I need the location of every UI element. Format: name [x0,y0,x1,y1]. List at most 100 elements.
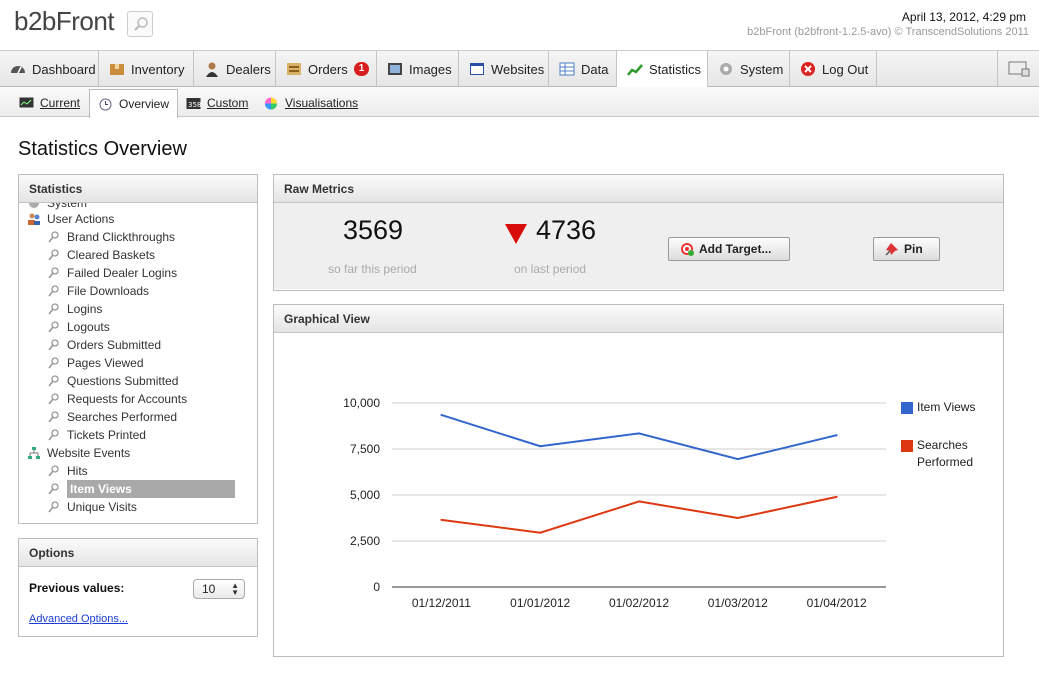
tab-websites-label: Websites [491,61,545,77]
tree-item-label: Pages Viewed [67,356,144,370]
window-toggle-button[interactable] [997,51,1039,87]
table-icon [559,62,575,76]
tree-item[interactable]: Cleared Baskets [47,246,155,264]
tree-item[interactable]: Hits [47,462,88,480]
tree-item[interactable]: Questions Submitted [47,372,178,390]
subtab-custom-label: Custom [207,96,249,110]
image-icon [388,63,402,75]
tree-item[interactable]: File Downloads [47,282,149,300]
raw-metrics-panel: Raw Metrics 3569 so far this period 4736… [273,174,1004,291]
tree-item[interactable]: Logouts [47,318,110,336]
app-logo[interactable]: b2bFront [14,6,115,37]
tab-orders[interactable]: Orders 1 [276,51,377,87]
version-text: b2bFront (b2bfront-1.2.5-avo) © Transcen… [747,26,1029,38]
subtab-current-label: Current [40,96,81,110]
sub-navigation: Current Overview 358 Custom Visualisatio… [0,87,1039,118]
previous-values-value: 10 [202,582,216,596]
tree-item[interactable]: Tickets Printed [47,426,146,444]
tree-group-website-events[interactable]: Website Events [27,444,130,462]
magnifier-icon [48,285,59,297]
y-tick-label: 0 [373,580,380,594]
tree-item-label: Hits [67,464,88,478]
y-tick-label: 5,000 [350,488,380,502]
tree-item[interactable]: Requests for Accounts [47,390,187,408]
legend-swatch [901,440,913,452]
statistics-tree[interactable]: System User Actions Brand Clickthroughs C… [19,203,256,523]
pin-icon [885,243,898,256]
previous-values-select[interactable]: 10 ▲ ▼ [193,579,245,599]
tree-group-user-actions[interactable]: User Actions [27,210,114,228]
raw-metrics-body: 3569 so far this period 4736 on last per… [274,203,1003,289]
tab-dashboard[interactable]: Dashboard [0,51,99,87]
magnifier-icon [48,249,59,261]
custom-icon: 358 [186,97,201,109]
data-point [539,531,542,534]
tree-item[interactable]: Pages Viewed [47,354,144,372]
tree-item[interactable]: Logins [47,300,102,318]
subtab-custom[interactable]: 358 Custom [186,89,248,117]
last-period-label: on last period [514,262,587,276]
tab-images[interactable]: Images [377,51,459,87]
tab-dealers-label: Dealers [226,61,271,77]
search-icon [134,17,148,31]
tree-item[interactable]: Unique Visits [47,498,137,516]
target-icon [681,243,694,256]
monitor-icon [19,97,34,107]
add-target-label: Add Target... [699,242,772,256]
advanced-options-link[interactable]: Advanced Options... [29,613,128,625]
add-target-button[interactable]: Add Target... [668,237,790,261]
box-icon [110,64,124,75]
legend-label: Item Views [917,400,976,414]
logout-icon [801,62,815,76]
subtab-current[interactable]: Current [19,89,80,117]
tab-dashboard-label: Dashboard [32,61,96,77]
x-tick-label: 01/03/2012 [708,596,768,610]
options-panel-title: Options [19,539,257,567]
tree-item[interactable]: Brand Clickthroughs [47,228,175,246]
quick-search-button[interactable] [127,11,153,37]
tab-images-label: Images [409,61,452,77]
tree-item-label: Searches Performed [67,410,178,424]
magnifier-icon [48,303,59,315]
window-icon [1008,61,1029,77]
magnifier-icon [48,231,59,243]
speedometer-icon [11,66,25,74]
graphical-view-title: Graphical View [274,305,1003,333]
main-navigation: Dashboard Inventory Dealers Orders 1 Ima… [0,50,1039,88]
tab-orders-label: Orders [308,61,348,77]
magnifier-icon [48,339,59,351]
tab-data[interactable]: Data [549,51,617,87]
y-tick-label: 10,000 [343,396,380,410]
tab-dealers[interactable]: Dealers [194,51,276,87]
tab-system[interactable]: System [708,51,790,87]
pin-label: Pin [904,242,923,256]
pin-button[interactable]: Pin [873,237,940,261]
data-point [736,458,739,461]
magnifier-icon [48,483,59,495]
tree-item[interactable]: Failed Dealer Logins [47,264,177,282]
tree-item[interactable]: Item Views [47,480,235,498]
sitemap-icon [28,447,40,459]
subtab-overview[interactable]: Overview [89,89,179,118]
subtab-visualisations-label: Visualisations [285,96,359,110]
statistics-panel-title: Statistics [19,175,257,203]
tab-inventory[interactable]: Inventory [99,51,194,87]
x-tick-label: 01/02/2012 [609,596,669,610]
tree-item-label: Cleared Baskets [67,248,156,262]
tree-item-label: Failed Dealer Logins [67,266,178,280]
legend-swatch [901,402,913,414]
tree-item[interactable]: Orders Submitted [47,336,161,354]
gear-icon [720,63,732,75]
current-period-label: so far this period [328,262,417,276]
tab-statistics[interactable]: Statistics [617,51,708,88]
subtab-visualisations[interactable]: Visualisations [264,89,358,117]
raw-metrics-title: Raw Metrics [274,175,1003,203]
tab-websites[interactable]: Websites [459,51,549,87]
tab-log-out[interactable]: Log Out [790,51,877,87]
tab-statistics-label: Statistics [649,62,702,77]
tree-item[interactable]: Searches Performed [47,408,177,426]
users-icon [28,213,40,225]
tree-item-label: Requests for Accounts [67,392,188,406]
graphical-view-panel: Graphical View 0 2,500 5,000 7,500 10,000 01/… [273,304,1004,657]
select-arrows-icon: ▲ ▼ [231,581,239,597]
